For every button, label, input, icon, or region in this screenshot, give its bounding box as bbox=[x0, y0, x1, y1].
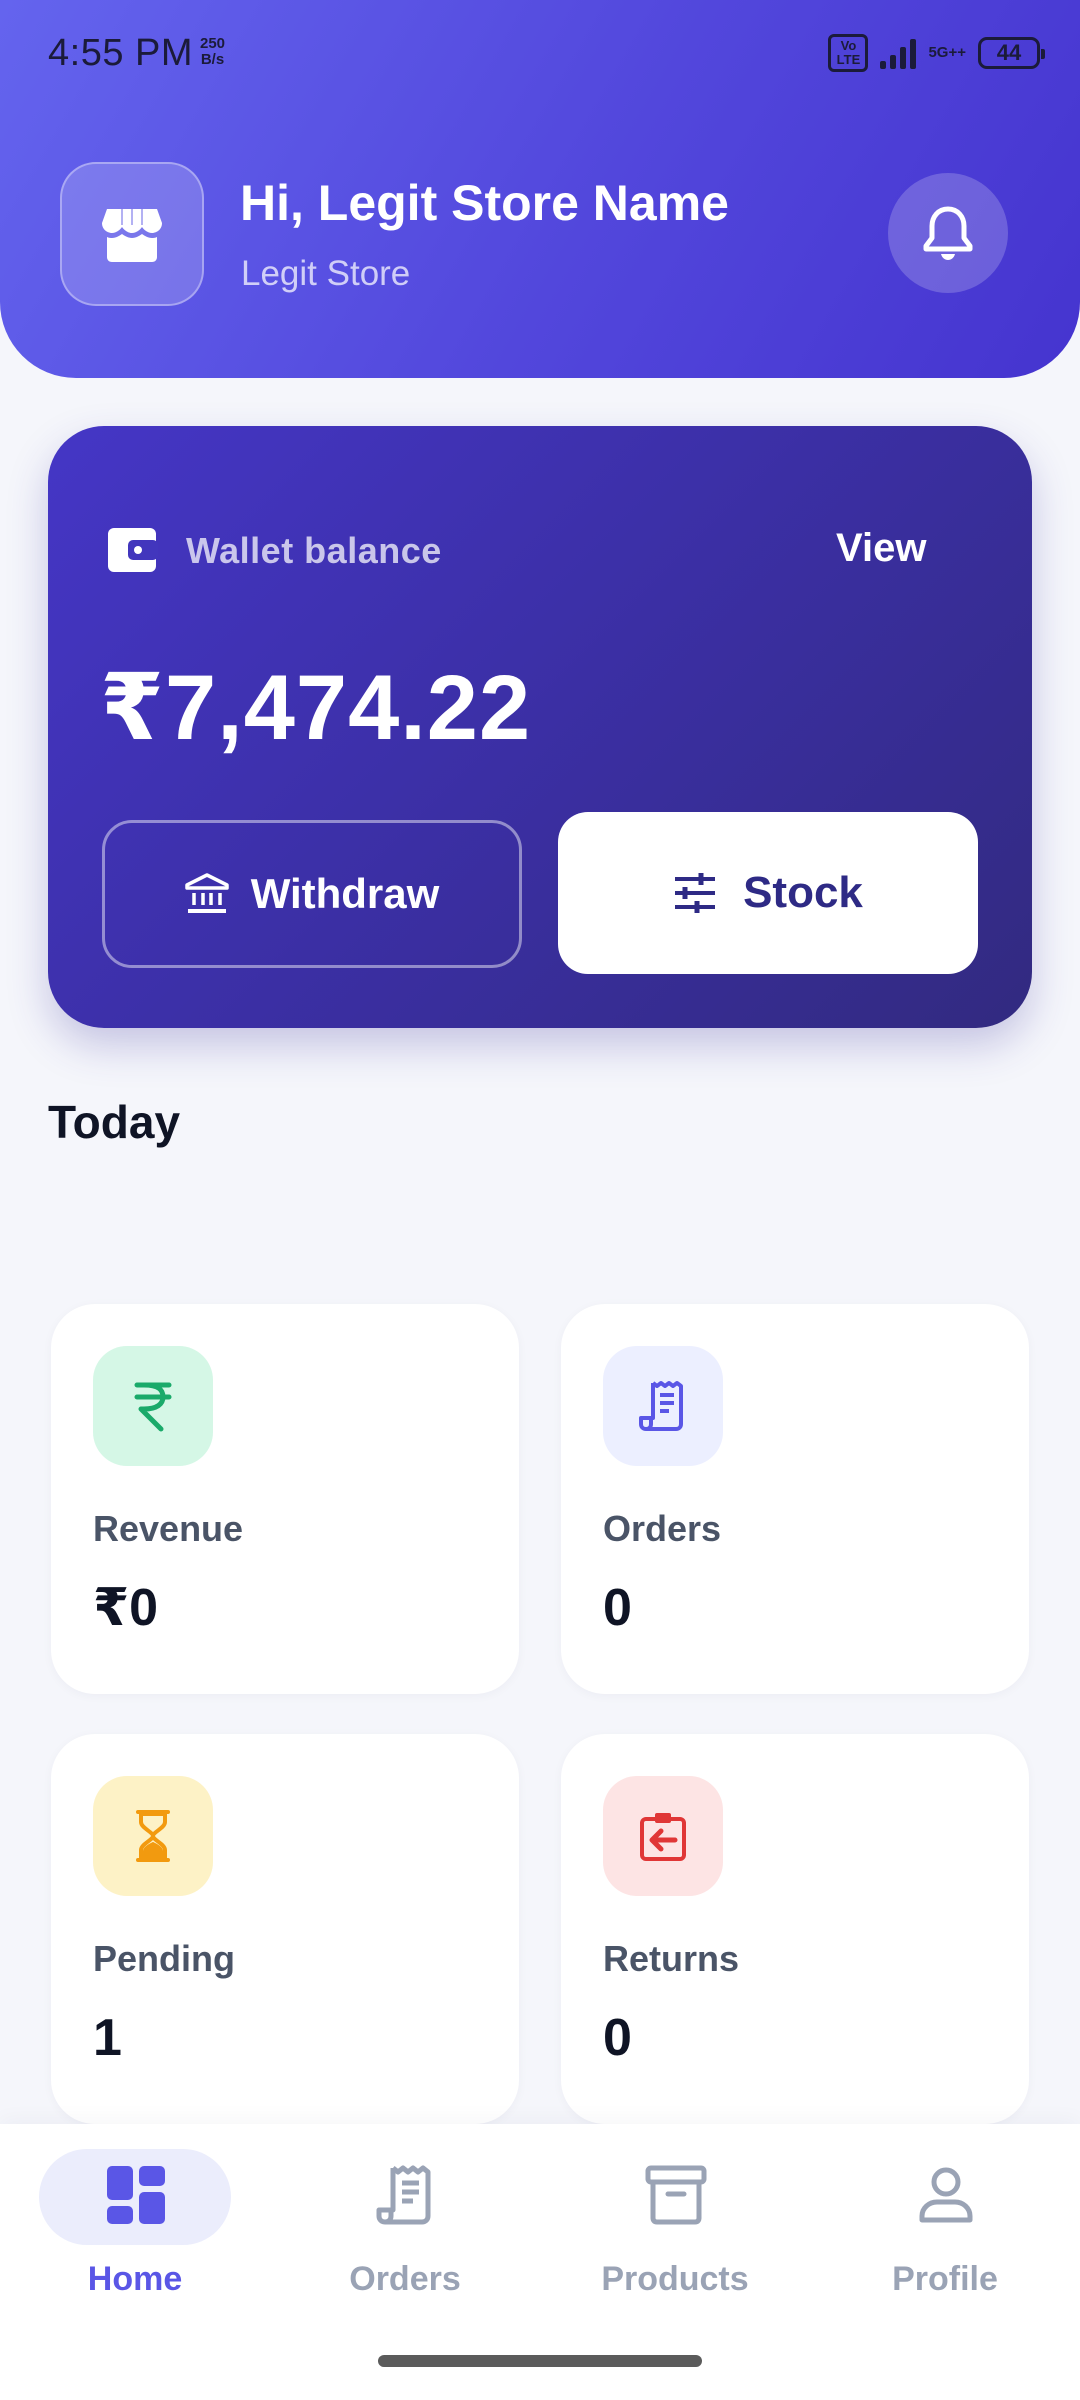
home-screen: 4:55 PM 250 B/s Vo LTE 5G++ 44 Hi, Legit… bbox=[0, 0, 1080, 2400]
volte-line1: Vo bbox=[840, 38, 857, 53]
notifications-button[interactable] bbox=[888, 173, 1008, 293]
status-icons: Vo LTE 5G++ 44 bbox=[828, 34, 1045, 72]
wallet-icon bbox=[108, 528, 158, 572]
receipt-icon bbox=[639, 1381, 683, 1431]
network-type: 5G++ bbox=[928, 44, 966, 61]
network-speed-unit: B/s bbox=[200, 51, 225, 68]
return-icon bbox=[640, 1813, 686, 1861]
revenue-card[interactable]: Revenue ₹0 bbox=[51, 1304, 519, 1694]
nav-products-label: Products bbox=[601, 2260, 749, 2298]
wallet-balance-amount: ₹7,474.22 bbox=[100, 657, 532, 759]
dashboard-icon bbox=[107, 2166, 165, 2224]
nav-profile-label: Profile bbox=[892, 2260, 998, 2298]
withdraw-button[interactable]: Withdraw bbox=[102, 820, 522, 968]
user-icon bbox=[919, 2167, 973, 2223]
battery-level: 44 bbox=[996, 40, 1022, 65]
returns-icon-badge bbox=[603, 1776, 723, 1896]
pending-card[interactable]: Pending 1 bbox=[51, 1734, 519, 2124]
today-section-title: Today bbox=[48, 1096, 181, 1148]
status-time: 4:55 PM bbox=[48, 32, 194, 74]
home-indicator-bar[interactable] bbox=[378, 2355, 702, 2367]
header: 4:55 PM 250 B/s Vo LTE 5G++ 44 Hi, Legit… bbox=[0, 0, 1080, 378]
hourglass-icon bbox=[136, 1810, 170, 1862]
status-bar: 4:55 PM 250 B/s Vo LTE 5G++ 44 bbox=[48, 30, 1045, 80]
stock-button[interactable]: Stock bbox=[558, 812, 978, 974]
store-name: Legit Store bbox=[241, 254, 411, 293]
nav-home-label: Home bbox=[87, 2260, 183, 2298]
receipt-icon bbox=[376, 2165, 431, 2225]
returns-value: 0 bbox=[603, 2009, 632, 2067]
bank-icon bbox=[184, 873, 229, 913]
withdraw-label: Withdraw bbox=[250, 870, 440, 917]
wallet-card: Wallet balance View ₹7,474.22 Withdraw S… bbox=[48, 426, 1032, 1028]
wallet-balance-label: Wallet balance bbox=[186, 530, 442, 571]
orders-label: Orders bbox=[603, 1508, 722, 1549]
nav-profile[interactable]: Profile bbox=[810, 2124, 1080, 2344]
bell-icon bbox=[923, 206, 973, 260]
sliders-icon bbox=[675, 873, 716, 913]
returns-label: Returns bbox=[603, 1938, 740, 1979]
store-logo bbox=[60, 162, 204, 306]
orders-icon-badge bbox=[603, 1346, 723, 1466]
revenue-icon-badge bbox=[93, 1346, 213, 1466]
nav-products[interactable]: Products bbox=[540, 2124, 810, 2344]
pending-label: Pending bbox=[93, 1938, 235, 1979]
pending-icon-badge bbox=[93, 1776, 213, 1896]
stock-label: Stock bbox=[743, 868, 863, 917]
nav-orders-label: Orders bbox=[349, 2260, 461, 2298]
rupee-icon bbox=[134, 1382, 172, 1432]
returns-card[interactable]: Returns 0 bbox=[561, 1734, 1029, 2124]
storefront-icon bbox=[102, 209, 162, 262]
revenue-label: Revenue bbox=[93, 1508, 244, 1549]
battery-icon: 44 bbox=[978, 37, 1045, 69]
nav-orders[interactable]: Orders bbox=[270, 2124, 540, 2344]
revenue-value: ₹0 bbox=[93, 1579, 159, 1637]
signal-icon bbox=[880, 37, 917, 69]
wallet-view-link[interactable]: View bbox=[836, 526, 926, 571]
network-speed: 250 B/s bbox=[200, 36, 225, 68]
volte-icon: Vo LTE bbox=[828, 34, 869, 72]
network-speed-value: 250 bbox=[200, 35, 226, 52]
orders-card[interactable]: Orders 0 bbox=[561, 1304, 1029, 1694]
volte-line2: LTE bbox=[836, 52, 861, 67]
archive-box-icon bbox=[645, 2165, 707, 2225]
nav-home[interactable]: Home bbox=[0, 2124, 270, 2344]
pending-value: 1 bbox=[93, 2009, 122, 2067]
greeting-title: Hi, Legit Store Name bbox=[240, 175, 729, 231]
orders-value: 0 bbox=[603, 1579, 632, 1637]
